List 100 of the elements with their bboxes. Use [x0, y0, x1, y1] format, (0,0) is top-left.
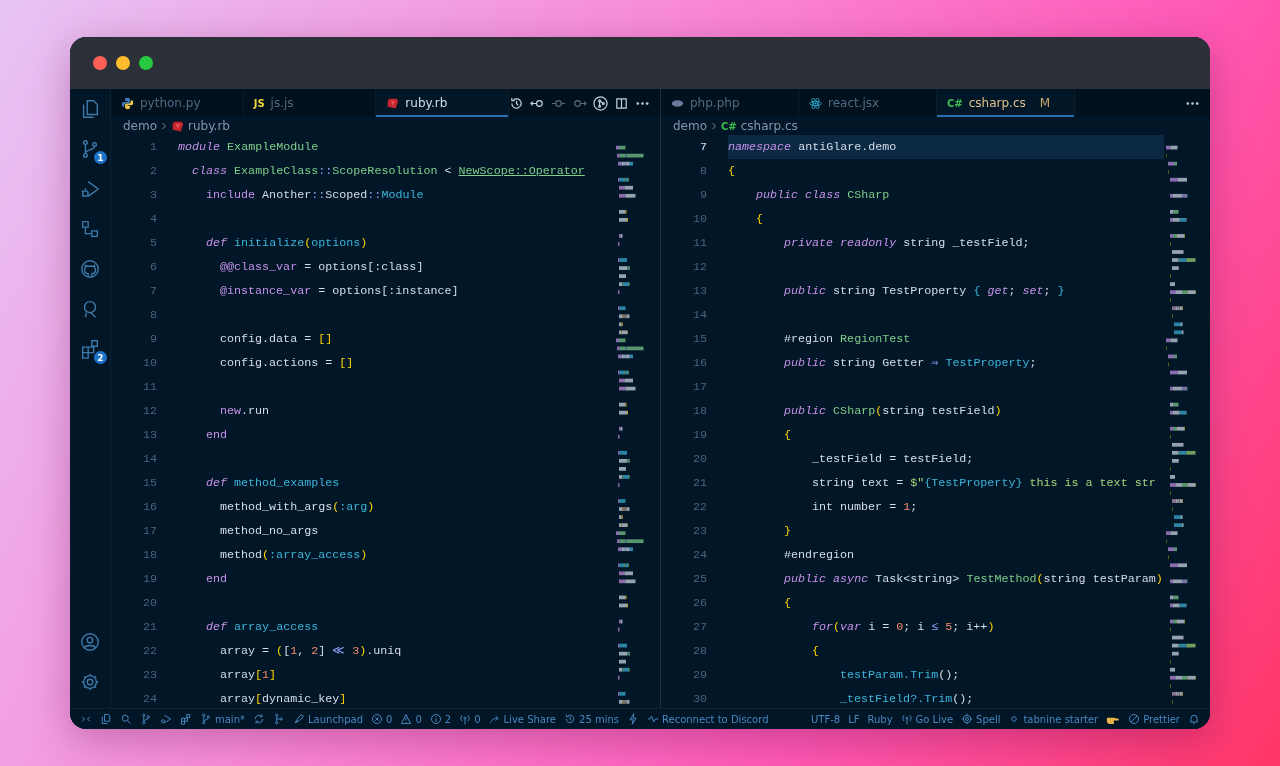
line-number: 21 [691, 476, 707, 490]
file-type-label: C# [947, 97, 963, 109]
code-line: { [728, 164, 735, 178]
chevron-icon [161, 121, 168, 131]
line-number: 22 [691, 500, 707, 514]
error-icon [371, 713, 384, 725]
maximize-window-button[interactable] [139, 56, 153, 70]
editor-tab[interactable]: php.php [661, 89, 799, 117]
line-number: 12 [691, 260, 707, 274]
line-number: 10 [691, 212, 707, 226]
code-line: end [206, 572, 228, 586]
minimize-window-button[interactable] [116, 56, 130, 70]
git-graph-icon[interactable] [593, 95, 608, 111]
extensions-icon[interactable] [79, 338, 101, 360]
warning-icon [400, 713, 413, 725]
close-window-button[interactable] [93, 56, 107, 70]
status-bar-item[interactable]: 0 [396, 710, 426, 728]
code-line: #region RegionTest [784, 332, 911, 346]
line-number: 14 [691, 308, 707, 322]
status-bar-item[interactable]: Reconnect to Discord [643, 710, 773, 728]
status-bar-item[interactable]: 2 [425, 710, 456, 728]
code-line: end [206, 428, 228, 442]
code-line: { [784, 596, 791, 610]
line-number: 26 [691, 596, 707, 610]
status-bar-item[interactable]: Ruby [863, 710, 897, 728]
bolt-icon [627, 713, 639, 725]
breadcrumb-item[interactable]: demo [673, 119, 708, 133]
github-icon[interactable] [79, 258, 101, 280]
breadcrumb-item[interactable]: demo [123, 119, 158, 133]
line-number: 20 [691, 452, 707, 466]
code-line: include Another::Scoped::Module [206, 188, 424, 202]
breadcrumb-item[interactable]: C# csharp.cs [721, 119, 798, 133]
code-line: class ExampleClass::ScopeResolution < NewScope::Operator [192, 164, 585, 178]
account-icon[interactable] [79, 631, 101, 653]
code-line: config.actions = [] [220, 356, 354, 370]
settings-icon[interactable] [79, 671, 101, 693]
status-bar-item[interactable]: main* [196, 710, 249, 728]
code-line: _testField = testField; [812, 452, 974, 466]
python-icon [121, 96, 134, 110]
line-number: 20 [141, 596, 157, 610]
remote-explorer-icon[interactable] [79, 218, 101, 240]
modified-label: M [1039, 96, 1051, 110]
prohibit-icon [1128, 713, 1141, 725]
breadcrumb-item[interactable]: ruby.rb [171, 119, 230, 133]
history-icon[interactable] [509, 95, 524, 111]
code-line: public CSharp(string testField) [784, 404, 1002, 418]
line-number: 17 [141, 524, 157, 538]
status-bar-item[interactable]: LF [844, 710, 864, 728]
line-number: 9 [149, 332, 157, 346]
status-bar-item[interactable]: 25 mins [560, 710, 623, 728]
code-line: { [812, 644, 819, 658]
code-line: method_with_args(:arg) [220, 500, 375, 514]
code-line: method_no_args [220, 524, 319, 538]
line-number: 18 [691, 404, 707, 418]
line-number: 24 [141, 692, 157, 706]
line-number: 11 [691, 236, 707, 250]
notification-badge: 2 [94, 351, 107, 364]
status-bar-item[interactable]: 0 [455, 710, 485, 728]
status-bar-item[interactable]: Go Live [896, 710, 958, 728]
pulse-icon [647, 713, 659, 725]
gem-icon [171, 119, 185, 133]
code-line: method(:array_access) [220, 548, 368, 562]
code-line: array[dynamic_key] [220, 692, 347, 706]
split-editor-icon[interactable] [614, 95, 629, 111]
line-number: 18 [141, 548, 157, 562]
line-number: 16 [141, 500, 157, 514]
code-line: def method_examples [206, 476, 340, 490]
branch-icon [200, 713, 212, 725]
code-line: @instance_var = options[:instance] [220, 284, 459, 298]
line-number: 11 [141, 380, 157, 394]
status-bar-item[interactable]: Prettier [1124, 710, 1184, 728]
code-line: array = ([1, 2] ≪ 3).uniq [220, 644, 402, 658]
run-debug-icon[interactable] [79, 178, 101, 200]
code-line: namespace antiGlare.demo [728, 140, 897, 154]
line-number: 13 [691, 284, 707, 298]
line-number: 2 [149, 164, 157, 178]
status-bar-item[interactable]: Spell [957, 710, 1005, 728]
code-line: public async Task<string> TestMethod(string testParam) [784, 572, 1163, 586]
line-number: 22 [141, 644, 157, 658]
code-line: testParam.Trim(); [840, 668, 960, 682]
editor-tab[interactable]: ruby.rb [376, 89, 509, 117]
line-number: 16 [691, 356, 707, 370]
bell-icon [1188, 713, 1200, 725]
editor-tab[interactable]: C# csharp.cs M [937, 89, 1075, 117]
code-line: public string Getter ⇒ TestProperty; [784, 356, 1037, 370]
status-bar-item[interactable]: 0 [367, 710, 397, 728]
line-number: 6 [149, 260, 157, 274]
code-line: def array_access [206, 620, 319, 634]
code-line: } [784, 524, 791, 538]
line-number: 21 [141, 620, 157, 634]
editor-tab[interactable]: python.py [111, 89, 244, 117]
status-bar-item[interactable]: UTF-8 [807, 710, 845, 728]
broadcast-icon [459, 713, 472, 725]
file-type-label: JS [253, 97, 265, 109]
status-bar-item[interactable]: Live Share [484, 710, 560, 728]
status-bar-item[interactable]: Launchpad [289, 710, 368, 728]
notification-badge: 1 [94, 151, 107, 164]
status-bar-item[interactable]: tabnine starter [1004, 710, 1103, 728]
line-number: 23 [141, 668, 157, 682]
line-number: 8 [699, 164, 707, 178]
